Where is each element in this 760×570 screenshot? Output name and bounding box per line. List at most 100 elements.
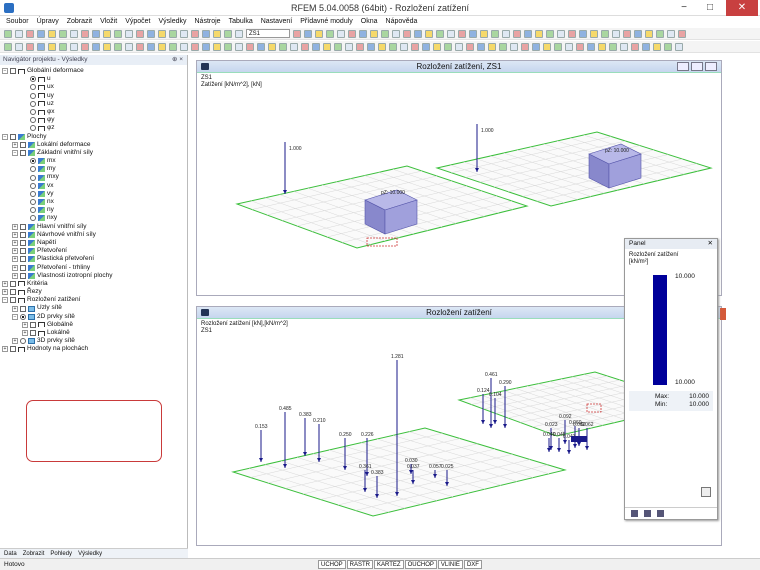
- toolbar-button[interactable]: [664, 42, 672, 51]
- toolbar-button[interactable]: [425, 29, 433, 38]
- radio-button[interactable]: [30, 100, 36, 107]
- checkbox[interactable]: [10, 346, 16, 353]
- toolbar-button[interactable]: [323, 42, 331, 51]
- toolbar-button[interactable]: [359, 29, 367, 38]
- expand-icon[interactable]: +: [2, 289, 8, 296]
- toolbar-button[interactable]: [565, 42, 573, 51]
- checkbox[interactable]: [20, 149, 26, 156]
- tree-item[interactable]: − Rozložení zatížení: [2, 296, 187, 304]
- toolbar-button[interactable]: [389, 42, 397, 51]
- status-toggle[interactable]: VLINIE: [437, 560, 463, 569]
- maximize-button[interactable]: □: [698, 0, 722, 16]
- toolbar-button[interactable]: [524, 29, 532, 38]
- tree-item[interactable]: − Globální deformace: [2, 67, 187, 75]
- radio-button[interactable]: [30, 199, 36, 206]
- toolbar-button[interactable]: [579, 29, 587, 38]
- toolbar-button[interactable]: [125, 29, 133, 38]
- checkbox[interactable]: [10, 289, 16, 296]
- tree-item[interactable]: − Základní vnitřní síly: [2, 149, 187, 157]
- checkbox[interactable]: [10, 133, 16, 140]
- toolbar-button[interactable]: [235, 42, 243, 51]
- expand-icon[interactable]: −: [2, 297, 8, 304]
- radio-button[interactable]: [30, 92, 36, 99]
- toolbar-button[interactable]: [557, 29, 565, 38]
- radio-button[interactable]: [30, 117, 36, 124]
- toolbar-button[interactable]: [224, 29, 232, 38]
- toolbar-button[interactable]: [235, 29, 243, 38]
- toolbar-button[interactable]: [59, 42, 67, 51]
- toolbar-button[interactable]: [480, 29, 488, 38]
- menu-7[interactable]: Tabulka: [229, 16, 253, 27]
- toolbar-button[interactable]: [645, 29, 653, 38]
- toolbar-button[interactable]: [554, 42, 562, 51]
- expand-icon[interactable]: +: [12, 305, 18, 312]
- expand-icon[interactable]: −: [12, 149, 18, 156]
- checkbox[interactable]: [10, 68, 16, 75]
- toolbar-button[interactable]: [213, 42, 221, 51]
- toolbar-button[interactable]: [268, 42, 276, 51]
- tree-item[interactable]: mxy: [2, 173, 187, 181]
- toolbar-button[interactable]: [455, 42, 463, 51]
- toolbar-button[interactable]: [4, 29, 12, 38]
- navigator-tab[interactable]: Zobrazit: [23, 549, 45, 558]
- status-toggle[interactable]: RASTR: [346, 560, 374, 569]
- toolbar-button[interactable]: [444, 42, 452, 51]
- toolbar-button[interactable]: [433, 42, 441, 51]
- toolbar-button[interactable]: [601, 29, 609, 38]
- toolbar-button[interactable]: [312, 42, 320, 51]
- toolbar-button[interactable]: [653, 42, 661, 51]
- toolbar-button[interactable]: [414, 29, 422, 38]
- radio-button[interactable]: [30, 109, 36, 116]
- tree-item[interactable]: φz: [2, 124, 187, 132]
- toolbar-button[interactable]: [169, 42, 177, 51]
- tree-item[interactable]: + Plastická přetvoření: [2, 255, 187, 263]
- radio-button[interactable]: [30, 76, 36, 83]
- toolbar-button[interactable]: [345, 42, 353, 51]
- toolbar-button[interactable]: [92, 42, 100, 51]
- toolbar-button[interactable]: [213, 29, 221, 38]
- checkbox[interactable]: [30, 330, 36, 337]
- toolbar-button[interactable]: [447, 29, 455, 38]
- menu-8[interactable]: Nastavení: [261, 16, 293, 27]
- toolbar-button[interactable]: [224, 42, 232, 51]
- menu-10[interactable]: Okna: [361, 16, 378, 27]
- toolbar-button[interactable]: [114, 42, 122, 51]
- toolbar-button[interactable]: [70, 29, 78, 38]
- tree-item[interactable]: + Hodnoty na plochách: [2, 345, 187, 353]
- view1-close-button[interactable]: [705, 62, 717, 71]
- toolbar-button[interactable]: [656, 29, 664, 38]
- expand-icon[interactable]: +: [12, 272, 18, 279]
- tree-item[interactable]: ny: [2, 206, 187, 214]
- navigator-tab[interactable]: Výsledky: [78, 549, 102, 558]
- toolbar-button[interactable]: [609, 42, 617, 51]
- menu-5[interactable]: Výsledky: [158, 16, 186, 27]
- toolbar-button[interactable]: [191, 29, 199, 38]
- toolbar-button[interactable]: [147, 29, 155, 38]
- toolbar-button[interactable]: [15, 29, 23, 38]
- tree-item[interactable]: − Plochy: [2, 133, 187, 141]
- toolbar-button[interactable]: [598, 42, 606, 51]
- toolbar-button[interactable]: [125, 42, 133, 51]
- toolbar-button[interactable]: [400, 42, 408, 51]
- pin-icon[interactable]: ⊕ ×: [172, 55, 183, 65]
- toolbar-button[interactable]: [392, 29, 400, 38]
- toolbar-button[interactable]: [202, 29, 210, 38]
- menu-3[interactable]: Vložit: [100, 16, 117, 27]
- toolbar-button[interactable]: [158, 29, 166, 38]
- radio-button[interactable]: [30, 215, 36, 222]
- toolbar-button[interactable]: [466, 42, 474, 51]
- toolbar-button[interactable]: [370, 29, 378, 38]
- toolbar-button[interactable]: [491, 29, 499, 38]
- toolbar-button[interactable]: [37, 42, 45, 51]
- expand-icon[interactable]: +: [12, 240, 18, 247]
- expand-icon[interactable]: +: [22, 321, 28, 328]
- toolbar-button[interactable]: [502, 29, 510, 38]
- toolbar-button[interactable]: [279, 42, 287, 51]
- menu-4[interactable]: Výpočet: [125, 16, 150, 27]
- toolbar-button[interactable]: [411, 42, 419, 51]
- radio-button[interactable]: [30, 174, 36, 181]
- toolbar-button[interactable]: [37, 29, 45, 38]
- toolbar-button[interactable]: [326, 29, 334, 38]
- checkbox[interactable]: [30, 321, 36, 328]
- tree-item[interactable]: + Uzly sítě: [2, 304, 187, 312]
